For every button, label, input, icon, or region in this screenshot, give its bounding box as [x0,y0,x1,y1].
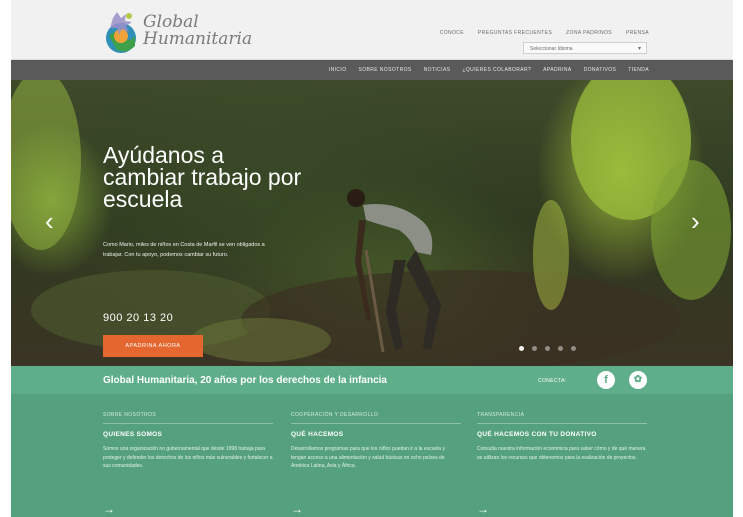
nav-item-sobre-nosotros[interactable]: SOBRE NOSOTROS [359,67,412,73]
apadrina-ahora-button[interactable]: APADRINA AHORA [103,335,203,357]
logo-line-2: Humanitaria [143,29,253,49]
hero-title: Ayúdanos a cambiar trabajo por escuela [103,142,302,212]
twitter-icon[interactable]: ✿ [629,371,647,389]
arrow-right-icon[interactable]: → [477,502,489,516]
slider-dot[interactable] [545,346,550,351]
site-header: Global Humanitaria CONOCE PREGUNTAS FREC… [11,0,733,60]
hero-body: Como Mario, miles de niños en Costa de M… [103,242,265,258]
webpage-screenshot: Global Humanitaria CONOCE PREGUNTAS FREC… [11,0,733,517]
top-link-zona-padrinos[interactable]: ZONA PADRINOS [566,30,612,36]
info-section: SOBRE NOSOTROS QUIENES SOMOS Somos una o… [11,394,733,517]
logo-wordmark: Global Humanitaria [143,14,252,48]
top-link-prensa[interactable]: PRENSA [626,30,649,36]
connect-label: CONECTA: [538,378,567,384]
top-links: CONOCE PREGUNTAS FRECUENTES ZONA PADRINO… [440,30,649,36]
column-text: Somos una organización no gubernamental … [103,446,273,469]
column-kicker: TRANSPARENCIA [477,412,647,424]
facebook-icon[interactable]: f [597,371,615,389]
column-heading[interactable]: QUIENES SOMOS [103,431,273,438]
slider-dots [519,346,576,351]
arrow-right-icon[interactable]: → [103,502,115,516]
column-kicker: COOPERACIÓN Y DESARROLLO [291,412,461,424]
slider-dot[interactable] [532,346,537,351]
nav-item-inicio[interactable]: INICIO [329,67,347,73]
column-text: Desarrollamos programas para que los niñ… [291,446,445,469]
hero-phone: 900 20 13 20 [103,312,174,324]
tagline-bar: Global Humanitaria, 20 años por los dere… [11,366,733,394]
chevron-right-icon[interactable]: › [691,208,700,234]
nav-item-noticias[interactable]: NOTICIAS [424,67,451,73]
language-select-value: Seleccionar Idioma [530,46,573,52]
column-kicker: SOBRE NOSOTROS [103,412,273,424]
column-text: Consulta nuestra información económica p… [477,446,646,461]
info-column-about: SOBRE NOSOTROS QUIENES SOMOS Somos una o… [103,412,273,516]
column-heading[interactable]: QUÉ HACEMOS [291,431,461,438]
column-heading[interactable]: QUÉ HACEMOS CON TU DONATIVO [477,431,647,438]
main-nav: INICIO SOBRE NOSOTROS NOTICIAS ¿QUIERES … [11,60,733,80]
top-link-conoce[interactable]: CONOCE [440,30,464,36]
chevron-left-icon[interactable]: ‹ [45,208,54,234]
info-column-what-we-do: COOPERACIÓN Y DESARROLLO QUÉ HACEMOS Des… [291,412,461,516]
slider-dot[interactable] [519,346,524,351]
logo-globe-icon [106,12,136,53]
nav-item-donativos[interactable]: DONATIVOS [584,67,617,73]
nav-item-colaborar[interactable]: ¿QUIERES COLABORAR? [462,67,531,73]
top-link-faq[interactable]: PREGUNTAS FRECUENTES [478,30,552,36]
language-select[interactable]: Seleccionar Idioma ▾ [523,42,647,54]
info-column-transparency: TRANSPARENCIA QUÉ HACEMOS CON TU DONATIV… [477,412,647,516]
nav-items: INICIO SOBRE NOSOTROS NOTICIAS ¿QUIERES … [329,67,649,73]
nav-item-tienda[interactable]: TIENDA [628,67,649,73]
slider-dot[interactable] [571,346,576,351]
arrow-right-icon[interactable]: → [291,502,303,516]
tagline: Global Humanitaria, 20 años por los dere… [103,375,387,386]
chevron-down-icon: ▾ [637,46,641,52]
global-humanitaria-logo[interactable]: Global Humanitaria [99,6,269,58]
hero-slider: Ayúdanos a cambiar trabajo por escuela C… [11,80,733,366]
nav-item-apadrina[interactable]: APADRINA [543,67,571,73]
slider-dot[interactable] [558,346,563,351]
